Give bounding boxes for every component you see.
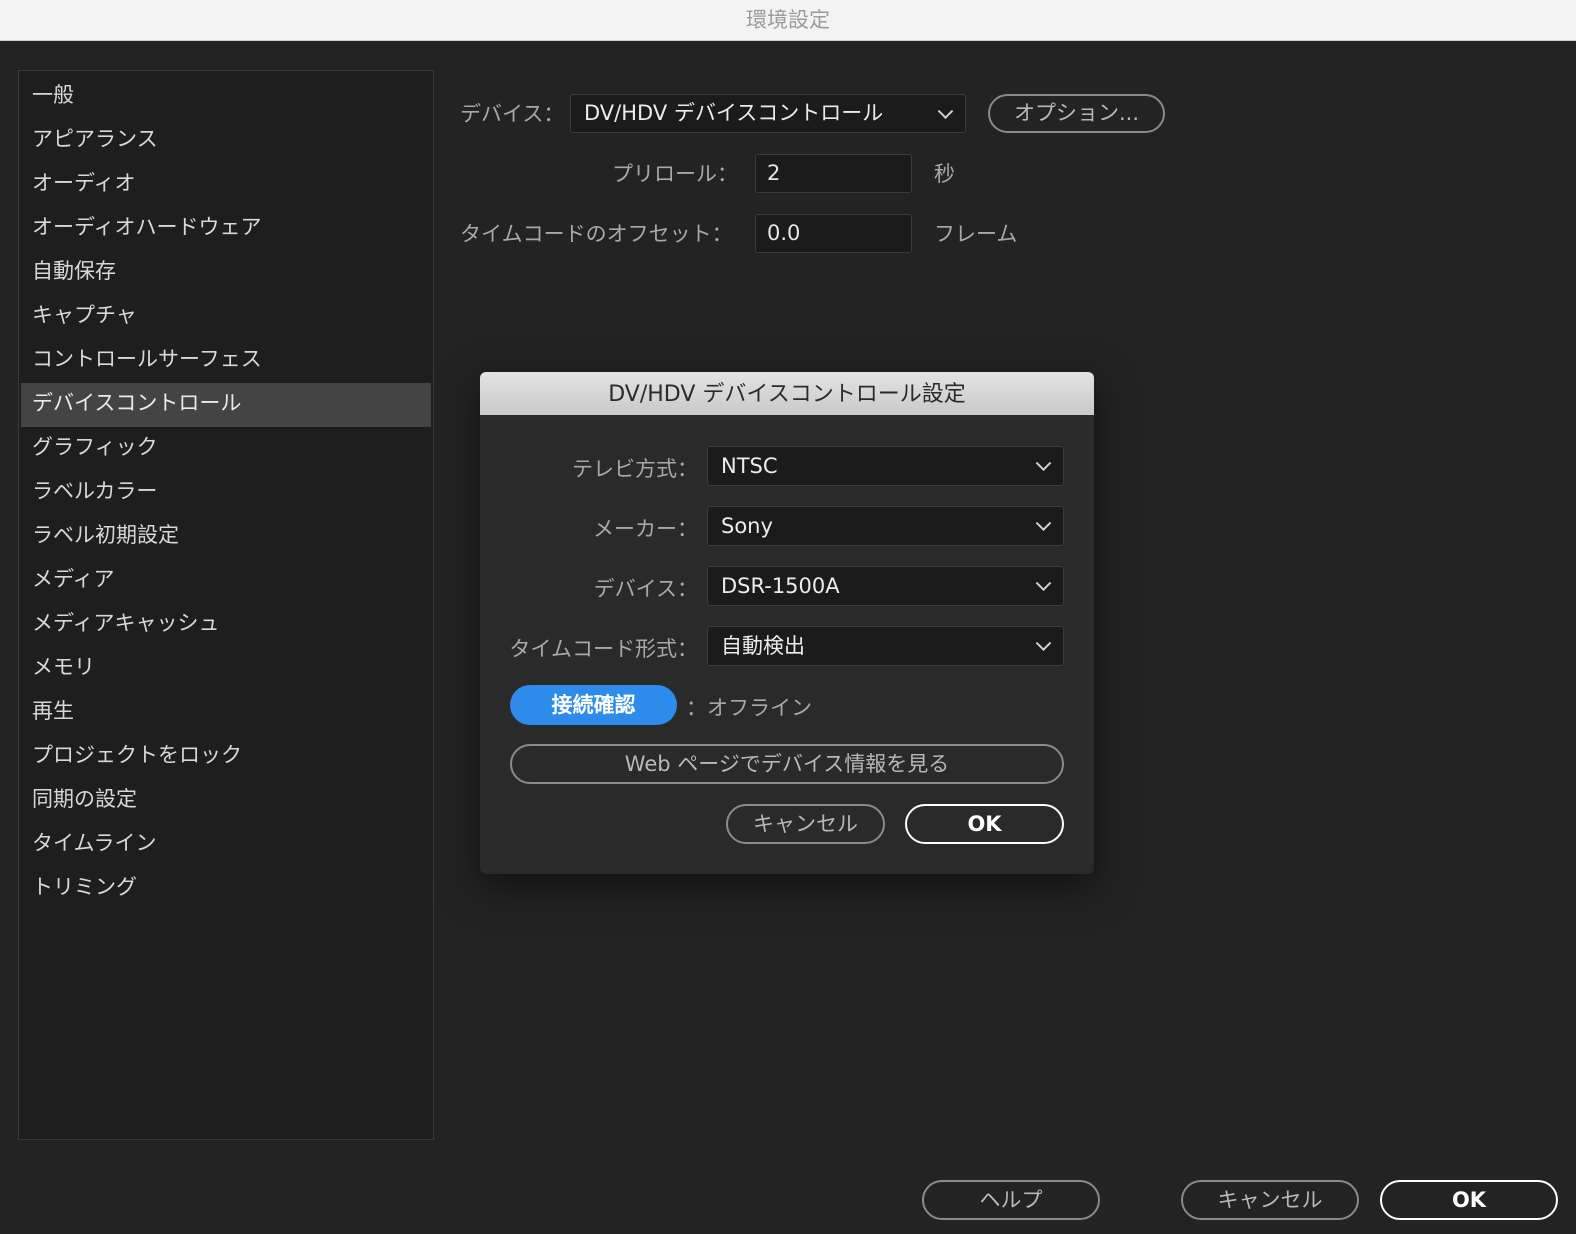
options-button[interactable]: オプション... (988, 94, 1165, 133)
cancel-button[interactable]: キャンセル (1181, 1180, 1359, 1220)
ok-button[interactable]: OK (1380, 1180, 1558, 1220)
sidebar-item-device-control[interactable]: デバイスコントロール (21, 383, 431, 427)
sidebar-item-general[interactable]: 一般 (21, 75, 431, 119)
chevron-down-icon (937, 102, 954, 119)
dialog-title: DV/HDV デバイスコントロール設定 (480, 372, 1094, 415)
sidebar-item-appearance[interactable]: アピアランス (21, 119, 431, 163)
tv-system-label: テレビ方式： (572, 457, 698, 481)
sidebar-item-capture[interactable]: キャプチャ (21, 295, 431, 339)
maker-select[interactable]: Sony (707, 506, 1064, 546)
sidebar-item-memory[interactable]: メモリ (21, 647, 431, 691)
dialog-cancel-button[interactable]: キャンセル (726, 804, 885, 844)
device-control-settings-dialog: DV/HDV デバイスコントロール設定 テレビ方式： NTSC メーカー： So… (480, 372, 1094, 874)
preroll-label: プリロール： (612, 162, 738, 186)
sidebar-item-audio-hardware[interactable]: オーディオハードウェア (21, 207, 431, 251)
dialog-ok-button[interactable]: OK (905, 804, 1064, 844)
timecode-format-value: 自動検出 (721, 634, 805, 658)
sidebar-item-timeline[interactable]: タイムライン (21, 823, 431, 867)
preroll-unit: 秒 (934, 162, 955, 186)
timecode-offset-input[interactable]: 0.0 (755, 214, 912, 253)
sidebar-item-sync-settings[interactable]: 同期の設定 (21, 779, 431, 823)
timecode-format-label: タイムコード形式： (509, 637, 698, 661)
sidebar-item-graphics[interactable]: グラフィック (21, 427, 431, 471)
maker-value: Sony (721, 514, 773, 538)
sidebar-item-trim[interactable]: トリミング (21, 867, 431, 911)
window-title: 環境設定 (746, 8, 830, 32)
check-connection-button[interactable]: 接続確認 (510, 685, 677, 725)
dialog-device-label: デバイス： (593, 577, 698, 601)
timecode-offset-unit: フレーム (934, 222, 1018, 246)
dialog-device-value: DSR-1500A (721, 574, 840, 598)
connection-status: ：オフライン (686, 696, 812, 720)
timecode-format-select[interactable]: 自動検出 (707, 626, 1064, 666)
sidebar-item-label-colors[interactable]: ラベルカラー (21, 471, 431, 515)
help-button[interactable]: ヘルプ (922, 1180, 1100, 1220)
chevron-down-icon (1035, 575, 1052, 592)
view-device-info-web-button[interactable]: Web ページでデバイス情報を見る (510, 744, 1064, 784)
sidebar-item-media[interactable]: メディア (21, 559, 431, 603)
dialog-device-select[interactable]: DSR-1500A (707, 566, 1064, 606)
device-select[interactable]: DV/HDV デバイスコントロール (570, 94, 966, 133)
sidebar-item-auto-save[interactable]: 自動保存 (21, 251, 431, 295)
chevron-down-icon (1035, 515, 1052, 532)
timecode-offset-label: タイムコードのオフセット： (460, 222, 733, 246)
sidebar-item-playback[interactable]: 再生 (21, 691, 431, 735)
sidebar-item-media-cache[interactable]: メディアキャッシュ (21, 603, 431, 647)
sidebar-item-label-defaults[interactable]: ラベル初期設定 (21, 515, 431, 559)
preferences-sidebar: 一般 アピアランス オーディオ オーディオハードウェア 自動保存 キャプチャ コ… (18, 70, 434, 1140)
device-select-value: DV/HDV デバイスコントロール (584, 101, 884, 125)
chevron-down-icon (1035, 455, 1052, 472)
sidebar-item-control-surface[interactable]: コントロールサーフェス (21, 339, 431, 383)
tv-system-select[interactable]: NTSC (707, 446, 1064, 486)
tv-system-value: NTSC (721, 454, 778, 478)
sidebar-item-audio[interactable]: オーディオ (21, 163, 431, 207)
chevron-down-icon (1035, 635, 1052, 652)
window-titlebar: 環境設定 (0, 0, 1576, 41)
preroll-input[interactable]: 2 (755, 154, 912, 193)
sidebar-item-project-locking[interactable]: プロジェクトをロック (21, 735, 431, 779)
device-label: デバイス： (460, 102, 565, 126)
maker-label: メーカー： (593, 517, 698, 541)
